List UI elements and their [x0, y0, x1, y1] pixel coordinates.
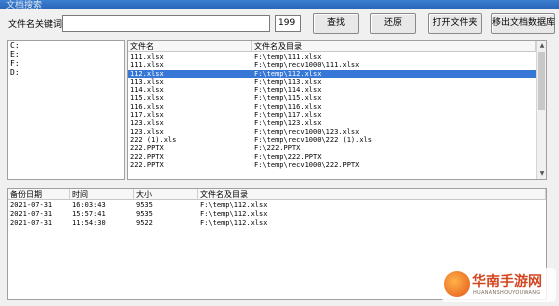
- file-name-cell: 111.xlsx: [130, 61, 164, 70]
- column-header-size[interactable]: 大小: [134, 189, 198, 200]
- file-grid-scrollbar[interactable]: ▲ ▼: [536, 41, 546, 179]
- table-row[interactable]: 113.xlsx F:\temp\113.xlsx: [128, 78, 546, 86]
- table-row[interactable]: 2021-07-31 16:03:43 9535 F:\temp\112.xlsx: [8, 201, 546, 210]
- file-path-cell: F:\temp\116.xlsx: [254, 102, 322, 111]
- file-name-cell: 123.xlsx: [130, 119, 164, 128]
- table-row[interactable]: 111.xlsx F:\temp\111.xlsx: [128, 53, 546, 61]
- drive-item[interactable]: E:: [8, 50, 124, 59]
- search-button[interactable]: 查找: [313, 13, 359, 34]
- history-date-cell: 2021-07-31: [10, 210, 53, 218]
- column-header-backup-date[interactable]: 备份日期: [8, 189, 70, 200]
- title-bar: 文档搜索: [0, 0, 559, 11]
- file-name-cell: 222.PPTX: [130, 160, 164, 169]
- history-size-cell: 9535: [136, 210, 153, 218]
- table-row[interactable]: 115.xlsx F:\temp\115.xlsx: [128, 94, 546, 102]
- file-path-cell: F:\temp\recv1000\111.xlsx: [254, 61, 360, 70]
- file-path-cell: F:\temp\recv1000\222 (1).xls: [254, 135, 373, 144]
- history-date-cell: 2021-07-31: [10, 201, 53, 209]
- file-name-cell: 222.PPTX: [130, 152, 164, 161]
- file-name-cell: 113.xlsx: [130, 77, 164, 86]
- table-row[interactable]: 222.PPTX F:\222.PPTX: [128, 144, 546, 152]
- table-row[interactable]: 222.PPTX F:\temp\222.PPTX: [128, 153, 546, 161]
- file-name-cell: 115.xlsx: [130, 94, 164, 103]
- drive-list[interactable]: C: E: F: D:: [7, 40, 125, 180]
- remove-from-db-button[interactable]: 移出文档数据库: [491, 13, 555, 34]
- file-path-cell: F:\temp\114.xlsx: [254, 86, 322, 95]
- history-time-cell: 15:57:41: [72, 210, 106, 218]
- table-row[interactable]: 222.PPTX F:\temp\recv1000\222.PPTX: [128, 161, 546, 169]
- history-body: 2021-07-31 16:03:43 9535 F:\temp\112.xlsx 20…: [8, 201, 546, 228]
- window-title: 文档搜索: [6, 1, 43, 11]
- history-size-cell: 9522: [136, 219, 153, 227]
- scroll-down-icon[interactable]: ▼: [537, 169, 546, 179]
- file-grid-header: 文件名 文件名及目录: [128, 41, 546, 52]
- column-header-time[interactable]: 时间: [70, 189, 134, 200]
- file-name-cell: 222 (1).xls: [130, 135, 177, 144]
- scroll-thumb[interactable]: [538, 52, 545, 110]
- table-row[interactable]: 114.xlsx F:\temp\114.xlsx: [128, 86, 546, 94]
- file-path-cell: F:\temp\123.xlsx: [254, 119, 322, 128]
- result-count: 199: [275, 15, 301, 32]
- file-path-cell: F:\temp\recv1000\222.PPTX: [254, 160, 360, 169]
- file-path-cell: F:\222.PPTX: [254, 144, 301, 153]
- table-row[interactable]: 112.xlsx F:\temp\112.xlsx: [128, 69, 546, 78]
- watermark-brand: 华南手游网: [472, 274, 542, 290]
- file-path-cell: F:\temp\117.xlsx: [254, 111, 322, 120]
- history-date-cell: 2021-07-31: [10, 219, 53, 227]
- table-row[interactable]: 2021-07-31 15:57:41 9535 F:\temp\112.xlsx: [8, 210, 546, 219]
- keyword-label: 文件名关键词: [8, 20, 63, 30]
- file-path-cell: F:\temp\111.xlsx: [254, 53, 322, 61]
- table-row[interactable]: 123.xlsx F:\temp\recv1000\123.xlsx: [128, 128, 546, 136]
- file-name-cell: 116.xlsx: [130, 102, 164, 111]
- history-time-cell: 16:03:43: [72, 201, 106, 209]
- file-path-cell: F:\temp\115.xlsx: [254, 94, 322, 103]
- file-name-cell: 112.xlsx: [130, 69, 164, 78]
- history-path-cell: F:\temp\112.xlsx: [200, 201, 268, 209]
- keyword-input[interactable]: [62, 15, 270, 32]
- column-header-path[interactable]: 文件名及目录: [252, 41, 536, 52]
- table-row[interactable]: 2021-07-31 11:54:30 9522 F:\temp\112.xlsx: [8, 219, 546, 228]
- table-row[interactable]: 117.xlsx F:\temp\117.xlsx: [128, 111, 546, 119]
- history-path-cell: F:\temp\112.xlsx: [200, 219, 268, 227]
- file-name-cell: 114.xlsx: [130, 86, 164, 95]
- history-size-cell: 9535: [136, 201, 153, 209]
- open-folder-button[interactable]: 打开文件夹: [428, 13, 482, 34]
- table-row[interactable]: 123.xlsx F:\temp\123.xlsx: [128, 119, 546, 127]
- file-name-cell: 111.xlsx: [130, 53, 164, 61]
- table-row[interactable]: 111.xlsx F:\temp\recv1000\111.xlsx: [128, 61, 546, 69]
- file-path-cell: F:\temp\222.PPTX: [254, 152, 322, 161]
- file-name-cell: 117.xlsx: [130, 111, 164, 120]
- watermark: 华南手游网 HUANANSHOUYOUWANG: [442, 268, 556, 302]
- drive-item[interactable]: D:: [8, 68, 124, 77]
- file-path-cell: F:\temp\113.xlsx: [254, 77, 322, 86]
- file-grid[interactable]: 文件名 文件名及目录 111.xlsx F:\temp\111.xlsx 111.x…: [127, 40, 547, 180]
- history-path-cell: F:\temp\112.xlsx: [200, 210, 268, 218]
- history-header: 备份日期 时间 大小 文件名及目录: [8, 189, 546, 200]
- brand-logo-icon: [444, 271, 470, 297]
- scroll-up-icon[interactable]: ▲: [537, 41, 546, 51]
- file-path-cell: F:\temp\112.xlsx: [254, 69, 322, 78]
- column-header-filename[interactable]: 文件名: [128, 41, 252, 52]
- drive-item[interactable]: C:: [8, 41, 124, 50]
- watermark-sub: HUANANSHOUYOUWANG: [473, 290, 541, 296]
- file-grid-body: 111.xlsx F:\temp\111.xlsx 111.xlsx F:\temp\…: [128, 53, 546, 169]
- history-time-cell: 11:54:30: [72, 219, 106, 227]
- restore-button[interactable]: 还原: [370, 13, 416, 34]
- table-row[interactable]: 222 (1).xls F:\temp\recv1000\222 (1).xls: [128, 136, 546, 144]
- file-name-cell: 123.xlsx: [130, 127, 164, 136]
- table-row[interactable]: 116.xlsx F:\temp\116.xlsx: [128, 103, 546, 111]
- column-header-path[interactable]: 文件名及目录: [198, 189, 546, 200]
- drive-item[interactable]: F:: [8, 59, 124, 68]
- file-path-cell: F:\temp\recv1000\123.xlsx: [254, 127, 360, 136]
- file-name-cell: 222.PPTX: [130, 144, 164, 153]
